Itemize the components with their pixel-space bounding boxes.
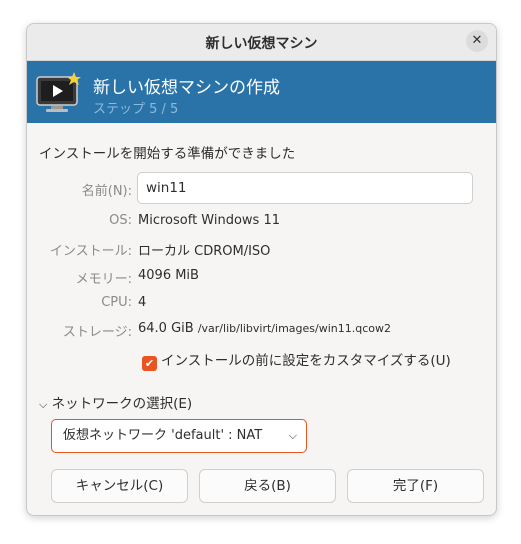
close-icon: ✕ (471, 33, 483, 48)
wizard-banner: 新しい仮想マシンの作成 ステップ 5 / 5 (27, 61, 496, 123)
storage-label: ストレージ: (62, 325, 132, 340)
titlebar: 新しい仮想マシン ✕ (27, 24, 496, 61)
storage-value: 64.0 GiB /var/lib/libvirt/images/win11.q… (138, 321, 391, 336)
os-value: Microsoft Windows 11 (138, 213, 280, 228)
back-button[interactable]: 戻る(B) (199, 469, 336, 503)
chevron-down-icon: ⌵ (39, 398, 48, 411)
new-vm-dialog: 新しい仮想マシン ✕ 新しい仮想マシンの作成 ステップ 5 / 5 インストール… (26, 23, 497, 516)
memory-value: 4096 MiB (138, 268, 199, 283)
customize-checkbox-row[interactable]: ✔ インストールの前に設定をカスタマイズする(U) (142, 349, 451, 371)
vm-monitor-icon (36, 72, 81, 112)
close-button[interactable]: ✕ (466, 30, 488, 52)
os-label: OS: (109, 213, 132, 228)
window-title: 新しい仮想マシン (205, 36, 318, 52)
step-indicator: ステップ 5 / 5 (93, 102, 179, 117)
ready-heading: インストールを開始する準備ができました (39, 146, 296, 162)
network-expander[interactable]: ⌵ ネットワークの選択(E) (39, 392, 192, 412)
network-select-value: 仮想ネットワーク 'default' : NAT (63, 428, 263, 443)
name-input[interactable]: win11 (137, 172, 473, 204)
cpu-label: CPU: (101, 295, 132, 310)
network-expander-label: ネットワークの選択(E) (51, 396, 193, 412)
finish-button[interactable]: 完了(F) (347, 469, 484, 503)
memory-label: メモリー: (75, 272, 132, 287)
customize-checkbox[interactable]: ✔ (142, 356, 157, 371)
chevron-down-icon: ⌵ (288, 429, 297, 442)
storage-size: 64.0 GiB (138, 321, 194, 336)
install-label: インストール: (49, 244, 132, 259)
customize-label: インストールの前に設定をカスタマイズする(U) (161, 353, 451, 369)
cancel-button[interactable]: キャンセル(C) (51, 469, 188, 503)
cpu-value: 4 (138, 295, 147, 310)
network-select[interactable]: 仮想ネットワーク 'default' : NAT ⌵ (51, 419, 307, 453)
name-label: 名前(N): (81, 184, 132, 199)
install-value: ローカル CDROM/ISO (138, 244, 271, 259)
banner-title: 新しい仮想マシンの作成 (93, 78, 280, 98)
storage-path: /var/lib/libvirt/images/win11.qcow2 (197, 322, 391, 335)
